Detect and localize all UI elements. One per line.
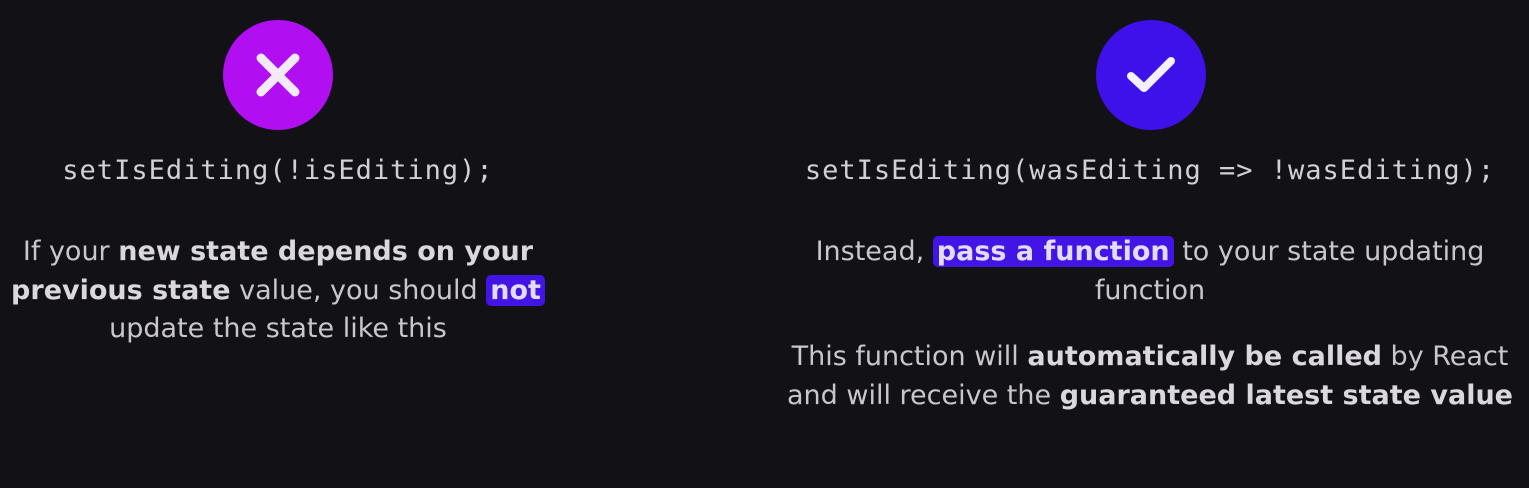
incorrect-explanation: If your new state depends on your previo… [0,233,556,349]
incorrect-code-snippet: setIsEditing(!isEditing); [62,155,494,186]
correct-instruction: Instead, pass a function to your state u… [780,233,1520,310]
incorrect-example-panel: setIsEditing(!isEditing); If your new st… [0,0,556,488]
incorrect-badge [223,20,333,130]
correct-badge [1096,20,1206,130]
text-segment: update the state like this [109,313,447,344]
emphasis-text: automatically be called [1027,341,1382,372]
highlighted-text: pass a function [932,236,1174,267]
text-segment: If your [22,236,119,267]
x-mark-icon [256,53,300,97]
correct-explanation: This function will automatically be call… [780,338,1520,415]
text-segment: Instead, [815,236,933,267]
text-segment: This function will [791,341,1028,372]
correct-example-panel: setIsEditing(wasEditing => !wasEditing);… [780,0,1520,488]
emphasis-text: guaranteed latest state value [1059,379,1513,411]
text-segment: value, you should [230,274,487,306]
highlighted-text: not [486,274,545,306]
check-mark-icon [1127,57,1175,92]
correct-code-snippet: setIsEditing(wasEditing => !wasEditing); [804,155,1496,186]
